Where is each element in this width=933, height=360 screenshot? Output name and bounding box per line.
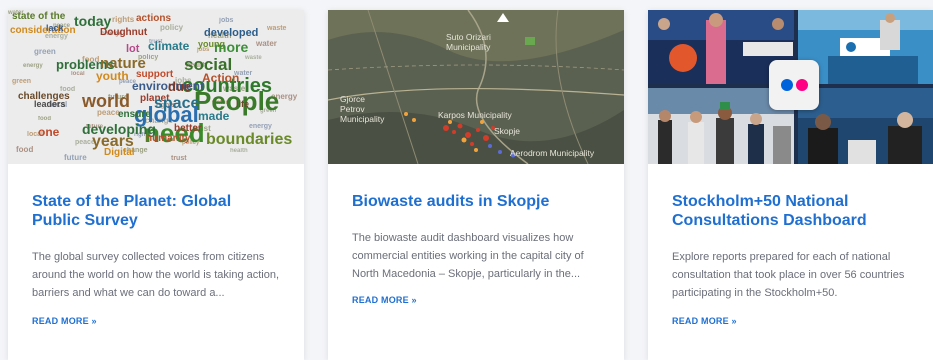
wordcloud-word: made — [198, 109, 230, 123]
photo-collage-thumbnail[interactable] — [648, 10, 933, 164]
map-label: Suto Orizari — [446, 32, 491, 42]
card-description: The global survey collected voices from … — [32, 251, 280, 299]
map-label: Gjorce — [340, 94, 365, 104]
wordcloud-filler-word: health — [230, 148, 248, 154]
card-state-of-the-planet: peace food energy water jobs policy change futu… — [8, 10, 304, 360]
map-thumbnail[interactable]: Suto Orizari Municipality Gjorce Petrov Muni… — [328, 10, 624, 164]
wordcloud-filler-word: food — [38, 116, 51, 122]
wordcloud-filler-word: trust — [171, 155, 187, 162]
wordcloud-filler-word: policy — [160, 23, 184, 32]
wordcloud-filler-word: rights — [112, 15, 135, 24]
wordcloud-filler-word: waste — [267, 25, 287, 32]
wordcloud-word: Action — [202, 71, 240, 85]
flickr-logo-icon[interactable] — [769, 60, 819, 110]
wordcloud-thumbnail[interactable]: peace food energy water jobs policy change futu… — [8, 10, 304, 164]
card-title[interactable]: State of the Planet: Global Public Surve… — [32, 192, 280, 230]
wordcloud-word: lack — [46, 23, 64, 33]
wordcloud-word: state of the — [12, 11, 66, 22]
wordcloud-word: world — [82, 91, 130, 111]
map-label: Aerodrom Municipality — [510, 148, 595, 158]
read-more-link[interactable]: READ MORE » — [352, 295, 417, 305]
wordcloud-word: youth — [96, 69, 129, 83]
wordcloud-filler-word: future — [64, 153, 87, 162]
wordcloud-word: lot — [126, 43, 140, 55]
wordcloud-filler-word: energy — [23, 63, 43, 69]
wordcloud-word: developed — [204, 27, 259, 39]
map-label: Petrov — [340, 104, 365, 114]
read-more-link[interactable]: READ MORE » — [32, 316, 97, 326]
card-title[interactable]: Biowaste audits in Skopje — [352, 192, 600, 211]
wordcloud-filler-word: energy — [249, 123, 272, 130]
wordcloud-filler-word: green — [12, 78, 32, 85]
wordcloud-word: today — [74, 13, 112, 29]
map-label: Municipality — [340, 114, 385, 124]
card-description: Explore reports prepared for each of nat… — [672, 251, 905, 299]
wordcloud-word: more — [214, 39, 249, 55]
wordcloud-word: humanity — [146, 133, 191, 144]
map-label: Skopje — [494, 126, 520, 136]
wordcloud-word: ensure — [118, 109, 151, 120]
map-label: Karpos Municipality — [438, 110, 512, 120]
wordcloud-word: better — [174, 123, 202, 134]
flickr-blue-dot — [780, 79, 793, 91]
wordcloud-filler-word: water — [256, 39, 277, 48]
map-label: Municipality — [446, 42, 491, 52]
wordcloud-filler-word: food — [16, 145, 34, 154]
card-title[interactable]: Stockholm+50 National Consultations Dash… — [672, 192, 909, 230]
wordcloud-word: Digital — [104, 147, 135, 158]
read-more-link[interactable]: READ MORE » — [672, 316, 737, 326]
wordcloud-filler-word: jobs — [219, 17, 234, 24]
wordcloud-filler-word: waste — [245, 55, 262, 61]
card-description: The biowaste audit dashboard visualizes … — [352, 232, 584, 280]
wordcloud-word: boundaries — [206, 131, 293, 148]
wordcloud-word: consideration — [10, 25, 76, 36]
card-biowaste-audits: Suto Orizari Municipality Gjorce Petrov Muni… — [328, 10, 624, 360]
wordcloud-word: leaders — [34, 99, 66, 109]
wordcloud-word: actions — [136, 13, 172, 24]
wordcloud-word: life — [236, 99, 250, 109]
map-image: Suto OrizariMunicipalityGjorcePetrovMuni… — [328, 10, 624, 164]
wordcloud-word: due — [168, 79, 192, 94]
card-stockholm-50: Stockholm+50 National Consultations Dash… — [648, 10, 933, 360]
wordcloud-word: Doughnut — [100, 27, 148, 38]
wordcloud-word: climate — [148, 39, 190, 53]
flickr-pink-dot — [795, 79, 808, 91]
wordcloud-filler-word: green — [34, 47, 56, 56]
wordcloud-word: one — [38, 125, 60, 139]
